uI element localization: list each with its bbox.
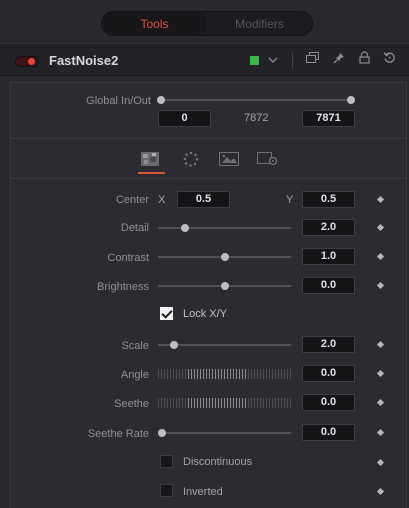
noise-tab-icon[interactable] (139, 150, 161, 168)
tool-enable-toggle[interactable] (15, 56, 39, 67)
detail-slider-handle[interactable] (180, 224, 189, 232)
seethe-field[interactable]: 0.0 (302, 394, 355, 411)
contrast-slider-handle[interactable] (220, 253, 229, 261)
tool-name: FastNoise2 (49, 53, 119, 68)
inverted-label: Inverted (183, 486, 223, 498)
pin-icon[interactable] (331, 51, 347, 69)
tool-color-chip[interactable] (250, 56, 259, 65)
chevron-down-icon[interactable] (265, 51, 281, 69)
angle-field[interactable]: 0.0 (302, 365, 355, 382)
seethe-rate-slider-handle[interactable] (158, 429, 166, 437)
tab-bar: Tools Modifiers (101, 11, 313, 36)
global-duration-value: 7872 (244, 112, 269, 124)
center-y-field[interactable]: 0.5 (302, 191, 355, 208)
seethe-label: Seethe (114, 398, 149, 410)
lock-icon[interactable] (356, 51, 372, 69)
toggle-dot (28, 58, 35, 65)
angle-thumbwheel-highlight (188, 369, 248, 379)
scale-slider-handle[interactable] (169, 341, 178, 349)
seethe-thumbwheel-highlight (188, 398, 248, 408)
tool-header: FastNoise2 (0, 43, 409, 76)
global-out-field[interactable]: 7871 (302, 110, 355, 127)
center-x-label: X (158, 194, 166, 206)
global-range-track[interactable] (161, 99, 351, 101)
active-panel-tab-indicator (138, 172, 165, 174)
reset-icon[interactable] (381, 51, 397, 69)
discontinuous-checkbox[interactable] (160, 455, 173, 468)
global-out-handle[interactable] (347, 96, 355, 104)
discontinuous-label: Discontinuous (183, 456, 253, 468)
copy-icon[interactable] (304, 51, 320, 69)
global-in-field[interactable]: 0 (158, 110, 211, 127)
contrast-field[interactable]: 1.0 (302, 248, 355, 265)
section-divider (11, 178, 406, 179)
brightness-slider-handle[interactable] (220, 282, 229, 290)
seethe-rate-field[interactable]: 0.0 (302, 424, 355, 441)
tab-modifiers[interactable]: Modifiers (207, 12, 312, 35)
center-x-field[interactable]: 0.5 (177, 191, 230, 208)
seethe-rate-slider-track[interactable] (158, 432, 291, 434)
section-divider (11, 138, 406, 139)
detail-label: Detail (120, 222, 149, 234)
tab-tools[interactable]: Tools (102, 12, 207, 35)
inspector-panel (10, 82, 407, 508)
scale-field[interactable]: 2.0 (302, 336, 355, 353)
brightness-label: Brightness (97, 281, 149, 293)
inverted-checkbox[interactable] (160, 484, 173, 497)
detail-slider-track[interactable] (158, 227, 291, 229)
color-tab-icon[interactable] (180, 150, 202, 168)
global-in-handle[interactable] (157, 96, 165, 104)
brightness-field[interactable]: 0.0 (302, 277, 355, 294)
lock-xy-checkbox[interactable] (160, 307, 173, 320)
angle-label: Angle (120, 369, 149, 381)
global-inout-label: Global In/Out (86, 95, 151, 107)
detail-field[interactable]: 2.0 (302, 219, 355, 236)
image-tab-icon[interactable] (218, 150, 240, 168)
contrast-label: Contrast (107, 252, 149, 264)
center-y-label: Y (286, 194, 294, 206)
scale-label: Scale (121, 340, 149, 352)
lock-xy-label: Lock X/Y (183, 308, 228, 320)
header-divider (292, 53, 293, 69)
center-label: Center (115, 194, 149, 206)
settings-tab-icon[interactable] (257, 150, 279, 168)
seethe-rate-label: Seethe Rate (87, 428, 149, 440)
